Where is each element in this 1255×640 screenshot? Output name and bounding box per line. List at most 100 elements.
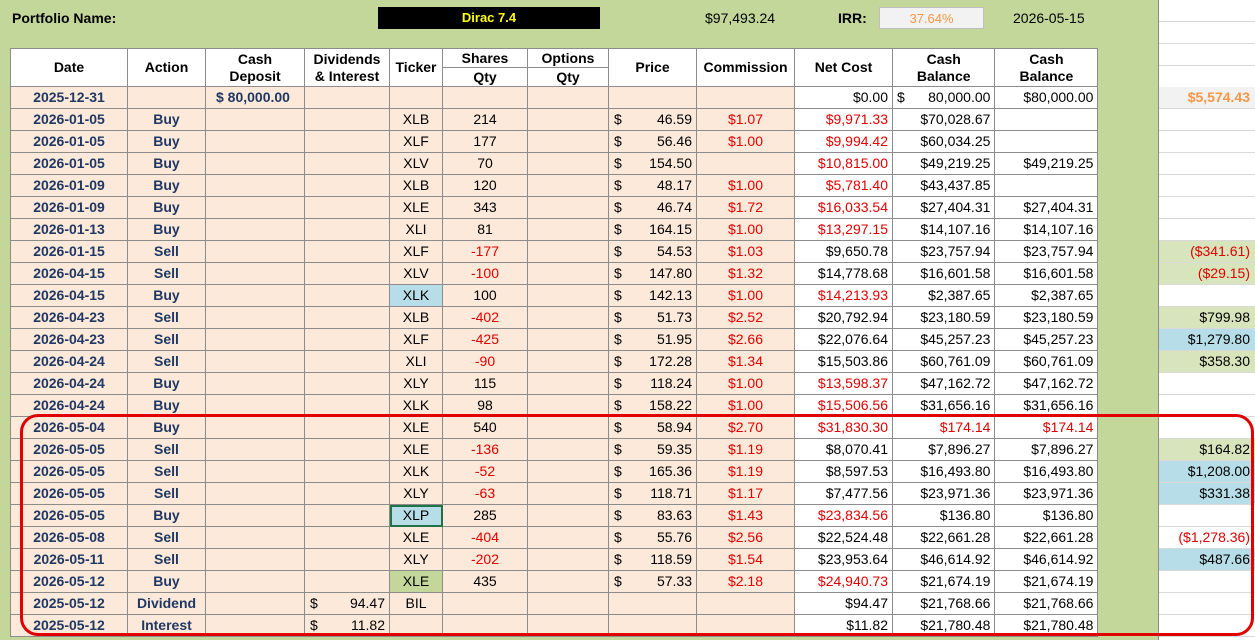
price-cell[interactable]: $172.28 [608,350,697,373]
cash-deposit-cell[interactable] [205,152,305,175]
dividends-cell[interactable] [304,482,390,505]
cash-balance-2-cell[interactable]: $23,971.36 [994,482,1099,505]
price-cell[interactable]: $118.24 [608,372,697,395]
cash-balance-cell[interactable]: $60,034.25 [891,130,996,153]
options-qty-cell[interactable] [527,284,609,307]
realized-gain-cell[interactable]: $358.30 [1159,351,1255,373]
dividends-cell[interactable] [304,416,390,439]
shares-qty-cell[interactable]: 115 [442,372,528,395]
shares-qty-cell[interactable]: 540 [442,416,528,439]
cash-balance-2-cell[interactable]: $23,757.94 [994,240,1099,263]
cash-deposit-cell[interactable] [205,108,305,131]
cash-balance-cell[interactable]: $21,780.48 [891,614,996,637]
ticker-cell[interactable]: XLI [389,218,443,241]
cash-balance-cell[interactable]: $14,107.16 [891,218,996,241]
dividends-cell[interactable]: $94.47 [304,592,390,615]
price-cell[interactable]: $54.53 [608,240,697,263]
commission-cell[interactable] [696,152,795,175]
price-cell[interactable]: $56.46 [608,130,697,153]
dividends-cell[interactable] [304,130,390,153]
cash-balance-cell[interactable]: $ 80,000.00 [891,86,996,109]
dividends-cell[interactable] [304,196,390,219]
options-qty-cell[interactable] [527,548,609,571]
cash-deposit-cell[interactable] [205,416,305,439]
action-cell[interactable]: Sell [127,262,206,285]
cash-balance-cell[interactable]: $174.14 [891,416,996,439]
realized-gain-cell[interactable]: ($341.61) [1159,241,1255,263]
commission-cell[interactable]: $1.43 [696,504,795,527]
shares-qty-cell[interactable]: -63 [442,482,528,505]
ticker-cell[interactable]: XLP [389,504,443,527]
net-cost-cell[interactable]: $13,598.37 [794,372,893,395]
net-cost-cell[interactable]: $8,070.41 [794,438,893,461]
action-cell[interactable]: Sell [127,350,206,373]
realized-gain-cell[interactable]: $331.38 [1159,483,1255,505]
date-cell[interactable]: 2026-01-05 [10,130,128,153]
options-qty-cell[interactable] [527,306,609,329]
price-cell[interactable]: $51.95 [608,328,697,351]
commission-cell[interactable]: $1.00 [696,394,795,417]
cash-balance-2-cell[interactable] [994,130,1099,153]
cash-balance-2-cell[interactable]: $80,000.00 [994,86,1099,109]
cash-balance-2-cell[interactable]: $136.80 [994,504,1099,527]
cash-balance-cell[interactable]: $23,757.94 [891,240,996,263]
col-header-cash-balance-2[interactable]: Cash Balance [994,48,1099,87]
commission-cell[interactable]: $1.00 [696,372,795,395]
cash-deposit-cell[interactable] [205,372,305,395]
options-qty-cell[interactable] [527,218,609,241]
cash-balance-2-cell[interactable]: $21,780.48 [994,614,1099,637]
ticker-cell[interactable] [389,86,443,109]
shares-qty-cell[interactable]: 100 [442,284,528,307]
action-cell[interactable]: Buy [127,196,206,219]
realized-gain-cell[interactable] [1159,505,1255,527]
col-header-ticker[interactable]: Ticker [389,48,443,87]
commission-cell[interactable]: $1.19 [696,460,795,483]
cash-balance-2-cell[interactable]: $23,180.59 [994,306,1099,329]
action-cell[interactable]: Sell [127,438,206,461]
date-cell[interactable]: 2026-05-05 [10,504,128,527]
net-cost-cell[interactable]: $24,940.73 [794,570,893,593]
action-cell[interactable] [127,86,206,109]
shares-qty-cell[interactable]: 285 [442,504,528,527]
commission-cell[interactable]: $1.00 [696,174,795,197]
report-date[interactable]: 2026-05-15 [1013,10,1085,26]
shares-qty-cell[interactable]: 177 [442,130,528,153]
cash-balance-cell[interactable]: $21,674.19 [891,570,996,593]
col-header-date[interactable]: Date [10,48,128,87]
price-cell[interactable]: $57.33 [608,570,697,593]
realized-gain-cell[interactable]: $1,208.00 [1159,461,1255,483]
shares-qty-cell[interactable] [442,592,528,615]
dividends-cell[interactable] [304,570,390,593]
cash-balance-cell[interactable]: $60,761.09 [891,350,996,373]
price-cell[interactable]: $118.71 [608,482,697,505]
col-header-cash-balance[interactable]: Cash Balance [891,48,996,87]
cash-deposit-cell[interactable] [205,526,305,549]
cash-deposit-cell[interactable] [205,482,305,505]
cash-balance-cell[interactable]: $136.80 [891,504,996,527]
shares-qty-cell[interactable]: -90 [442,350,528,373]
price-cell[interactable]: $58.94 [608,416,697,439]
shares-qty-cell[interactable]: 120 [442,174,528,197]
cash-balance-cell[interactable]: $46,614.92 [891,548,996,571]
net-cost-cell[interactable]: $14,213.93 [794,284,893,307]
date-cell[interactable]: 2026-01-09 [10,196,128,219]
action-cell[interactable]: Sell [127,240,206,263]
options-qty-cell[interactable] [527,614,609,637]
date-cell[interactable]: 2026-04-24 [10,372,128,395]
cash-deposit-cell[interactable] [205,570,305,593]
net-cost-cell[interactable]: $20,792.94 [794,306,893,329]
cash-balance-2-cell[interactable] [994,174,1099,197]
shares-qty-cell[interactable]: -402 [442,306,528,329]
commission-cell[interactable]: $1.03 [696,240,795,263]
action-cell[interactable]: Buy [127,152,206,175]
options-qty-cell[interactable] [527,350,609,373]
ticker-cell[interactable]: XLY [389,548,443,571]
ticker-cell[interactable]: XLB [389,174,443,197]
realized-gain-cell[interactable]: ($1,278.36) [1159,527,1255,549]
price-cell[interactable]: $158.22 [608,394,697,417]
commission-cell[interactable]: $1.19 [696,438,795,461]
cash-balance-cell[interactable]: $16,601.58 [891,262,996,285]
commission-cell[interactable]: $2.70 [696,416,795,439]
col-header-dividends[interactable]: Dividends & Interest [304,48,390,87]
realized-gain-cell[interactable] [1159,219,1255,241]
